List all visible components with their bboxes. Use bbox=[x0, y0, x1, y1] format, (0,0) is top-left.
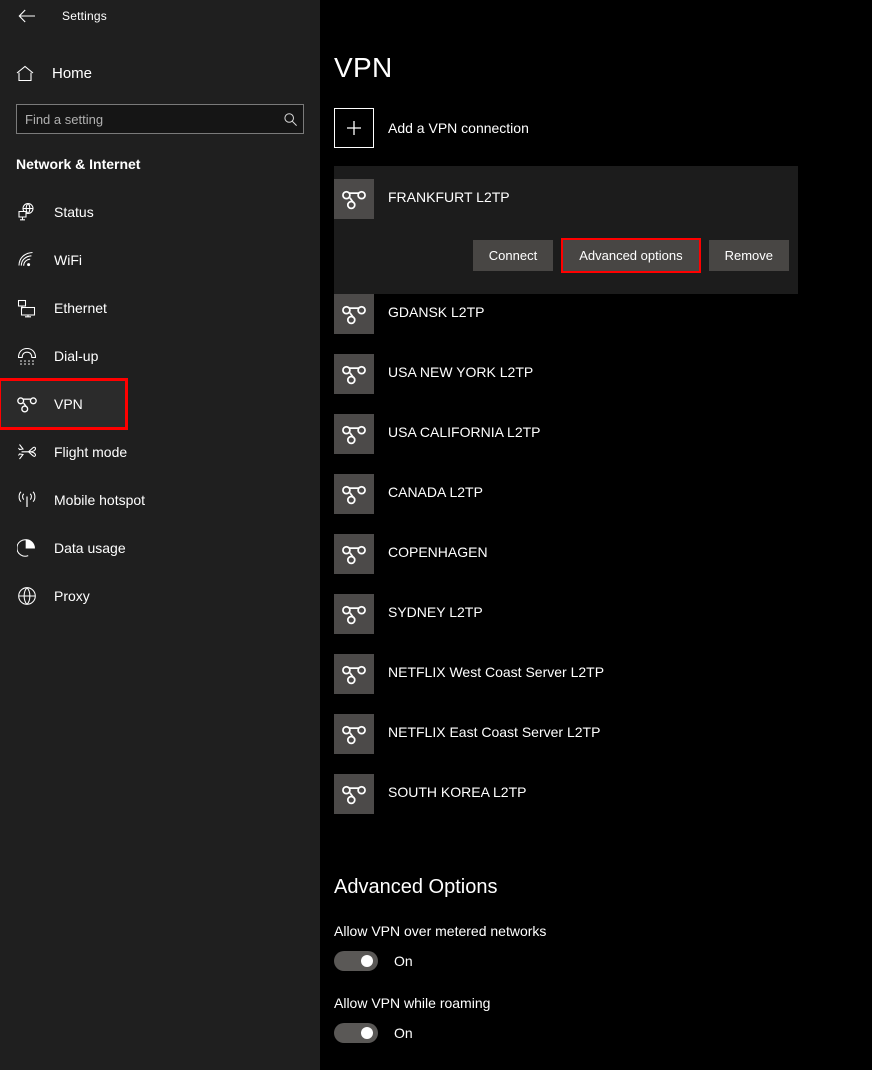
vpn-list-item[interactable]: USA CALIFORNIA L2TP bbox=[334, 414, 872, 474]
back-arrow-icon bbox=[18, 9, 35, 23]
sidebar-item-label: Dial-up bbox=[54, 348, 99, 364]
vpn-list-item[interactable]: CANADA L2TP bbox=[334, 474, 872, 534]
status-icon bbox=[16, 201, 38, 223]
vpn-connection-name: CANADA L2TP bbox=[388, 484, 483, 500]
sidebar-item-status[interactable]: Status bbox=[0, 188, 320, 236]
vpn-icon bbox=[334, 774, 374, 814]
wifi-icon bbox=[16, 249, 38, 271]
toggle-knob bbox=[361, 1027, 373, 1039]
vpn-connection-name: USA NEW YORK L2TP bbox=[388, 364, 534, 380]
metered-networks-state: On bbox=[394, 953, 413, 969]
remove-button[interactable]: Remove bbox=[708, 240, 789, 271]
category-title: Network & Internet bbox=[16, 156, 141, 172]
vpn-icon bbox=[16, 393, 38, 415]
home-label: Home bbox=[52, 64, 93, 82]
sidebar-item-mobile-hotspot[interactable]: Mobile hotspot bbox=[0, 476, 320, 524]
metered-networks-label: Allow VPN over metered networks bbox=[334, 923, 547, 939]
globe-icon bbox=[16, 585, 38, 607]
sidebar-nav: Status WiFi Ethernet Dial-up VPN Flight … bbox=[0, 188, 320, 620]
pie-chart-icon bbox=[16, 537, 38, 559]
metered-networks-toggle[interactable] bbox=[334, 951, 378, 971]
vpn-icon bbox=[334, 414, 374, 454]
vpn-connection-name: NETFLIX East Coast Server L2TP bbox=[388, 724, 601, 740]
title-bar: Settings bbox=[0, 0, 320, 32]
sidebar-item-label: Status bbox=[54, 204, 94, 220]
vpn-connection-name: SYDNEY L2TP bbox=[388, 604, 483, 620]
vpn-connection-name: GDANSK L2TP bbox=[388, 304, 485, 320]
add-vpn-connection-label: Add a VPN connection bbox=[388, 120, 529, 136]
toggle-knob bbox=[361, 955, 373, 967]
vpn-connection-name: USA CALIFORNIA L2TP bbox=[388, 424, 541, 440]
search-box[interactable] bbox=[16, 104, 304, 134]
advanced-options-button[interactable]: Advanced options bbox=[561, 238, 701, 273]
sidebar-item-label: Mobile hotspot bbox=[54, 492, 146, 508]
vpn-icon bbox=[334, 179, 374, 219]
vpn-list-item[interactable]: SYDNEY L2TP bbox=[334, 594, 872, 654]
vpn-list-item[interactable]: COPENHAGEN bbox=[334, 534, 872, 594]
roaming-row: On bbox=[334, 1023, 872, 1043]
sidebar-item-label: VPN bbox=[54, 396, 83, 412]
vpn-icon bbox=[334, 594, 374, 634]
sidebar-item-label: WiFi bbox=[54, 252, 82, 268]
sidebar-item-wifi[interactable]: WiFi bbox=[0, 236, 320, 284]
sidebar-item-proxy[interactable]: Proxy bbox=[0, 572, 320, 620]
sidebar-item-ethernet[interactable]: Ethernet bbox=[0, 284, 320, 332]
vpn-item-header: FRANKFURT L2TP bbox=[334, 166, 798, 219]
vpn-list-item[interactable]: SOUTH KOREA L2TP bbox=[334, 774, 872, 834]
vpn-icon bbox=[334, 474, 374, 514]
roaming-toggle[interactable] bbox=[334, 1023, 378, 1043]
vpn-list-item-selected[interactable]: FRANKFURT L2TP Connect Advanced options … bbox=[334, 166, 798, 294]
back-button[interactable] bbox=[14, 5, 40, 27]
sidebar-item-data-usage[interactable]: Data usage bbox=[0, 524, 320, 572]
main-content: VPN Add a VPN connection FRANKFURT L2TP … bbox=[320, 0, 872, 1070]
vpn-list-item[interactable]: NETFLIX East Coast Server L2TP bbox=[334, 714, 872, 774]
vpn-list-item[interactable]: NETFLIX West Coast Server L2TP bbox=[334, 654, 872, 714]
vpn-connection-name: NETFLIX West Coast Server L2TP bbox=[388, 664, 605, 680]
connect-button[interactable]: Connect bbox=[472, 240, 554, 271]
sidebar-item-home[interactable]: Home bbox=[0, 54, 320, 92]
vpn-icon bbox=[334, 714, 374, 754]
vpn-icon bbox=[334, 354, 374, 394]
plus-icon bbox=[334, 108, 374, 148]
vpn-connection-name: COPENHAGEN bbox=[388, 544, 488, 560]
add-vpn-connection-button[interactable]: Add a VPN connection bbox=[334, 108, 634, 148]
home-icon bbox=[16, 65, 38, 82]
vpn-list-item[interactable]: GDANSK L2TP bbox=[334, 294, 872, 354]
page-title: VPN bbox=[334, 52, 393, 83]
vpn-icon bbox=[334, 294, 374, 334]
search-input[interactable] bbox=[17, 106, 277, 132]
sidebar-item-label: Ethernet bbox=[54, 300, 107, 316]
vpn-icon bbox=[334, 654, 374, 694]
sidebar-item-label: Flight mode bbox=[54, 444, 128, 460]
vpn-action-buttons: Connect Advanced options Remove bbox=[334, 238, 798, 273]
vpn-list-item[interactable]: USA NEW YORK L2TP bbox=[334, 354, 872, 414]
sidebar-item-label: Data usage bbox=[54, 540, 126, 556]
roaming-state: On bbox=[394, 1025, 413, 1041]
dialup-icon bbox=[16, 345, 38, 367]
sidebar-item-label: Proxy bbox=[54, 588, 90, 604]
metered-networks-row: On bbox=[334, 951, 872, 971]
vpn-connection-name: FRANKFURT L2TP bbox=[388, 189, 510, 205]
vpn-icon bbox=[334, 534, 374, 574]
sidebar-item-flight-mode[interactable]: Flight mode bbox=[0, 428, 320, 476]
roaming-label: Allow VPN while roaming bbox=[334, 995, 491, 1011]
sidebar-item-vpn[interactable]: VPN bbox=[0, 378, 128, 430]
sidebar-item-dialup[interactable]: Dial-up bbox=[0, 332, 320, 380]
settings-window: Settings Home Network & Internet bbox=[0, 0, 872, 1070]
advanced-options-title: Advanced Options bbox=[334, 876, 498, 898]
airplane-icon bbox=[16, 441, 38, 463]
hotspot-icon bbox=[16, 489, 38, 511]
sidebar: Settings Home Network & Internet bbox=[0, 0, 320, 1070]
ethernet-icon bbox=[16, 297, 38, 319]
vpn-connection-name: SOUTH KOREA L2TP bbox=[388, 784, 527, 800]
vpn-connection-list: FRANKFURT L2TP Connect Advanced options … bbox=[334, 166, 872, 834]
app-title: Settings bbox=[62, 9, 107, 23]
search-icon[interactable] bbox=[277, 112, 303, 127]
